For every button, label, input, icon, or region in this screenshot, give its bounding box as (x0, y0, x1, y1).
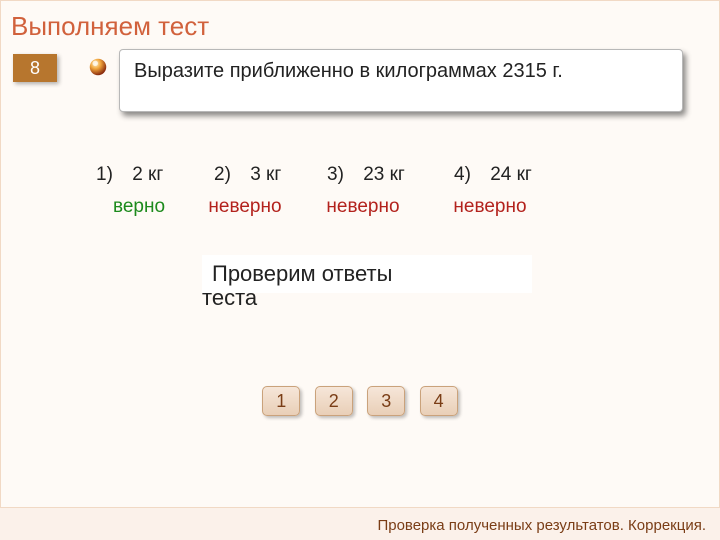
option-3[interactable]: 3) 23 кг (327, 164, 405, 186)
option-2[interactable]: 2) 3 кг (214, 164, 281, 186)
option-index: 2) (214, 164, 231, 186)
question-text: Выразите приближенно в килограммах 2315 … (134, 60, 563, 82)
option-value: 24 кг (490, 164, 532, 186)
option-index: 1) (96, 164, 113, 186)
option-value: 23 кг (363, 164, 405, 186)
reveal-line2: теста (202, 285, 257, 311)
nav-button-4[interactable]: 4 (420, 386, 458, 416)
page-title: Выполняем тест (11, 11, 209, 42)
feedback-4: неверно (445, 197, 535, 217)
sphere-bullet-icon (87, 56, 109, 78)
slide: Выполняем тест 8 Выразите приближенно в … (0, 0, 720, 540)
nav-button-row: 1 2 3 4 (1, 386, 719, 416)
feedback-1: верно (94, 197, 184, 217)
reveal-line1: Проверим ответы (212, 261, 392, 286)
footer-text: Проверка полученных результатов. Коррекц… (377, 517, 706, 534)
option-1[interactable]: 1) 2 кг (96, 164, 163, 186)
feedback-2: неверно (200, 197, 290, 217)
question-number-badge: 8 (13, 54, 57, 82)
question-box: Выразите приближенно в килограммах 2315 … (119, 49, 683, 112)
option-index: 3) (327, 164, 344, 186)
option-value: 2 кг (132, 164, 163, 186)
option-4[interactable]: 4) 24 кг (454, 164, 532, 186)
option-value: 3 кг (250, 164, 281, 186)
nav-button-3[interactable]: 3 (367, 386, 405, 416)
slide-inner: Выполняем тест 8 Выразите приближенно в … (0, 0, 720, 508)
option-index: 4) (454, 164, 471, 186)
nav-button-2[interactable]: 2 (315, 386, 353, 416)
nav-button-1[interactable]: 1 (262, 386, 300, 416)
feedback-3: неверно (318, 197, 408, 217)
